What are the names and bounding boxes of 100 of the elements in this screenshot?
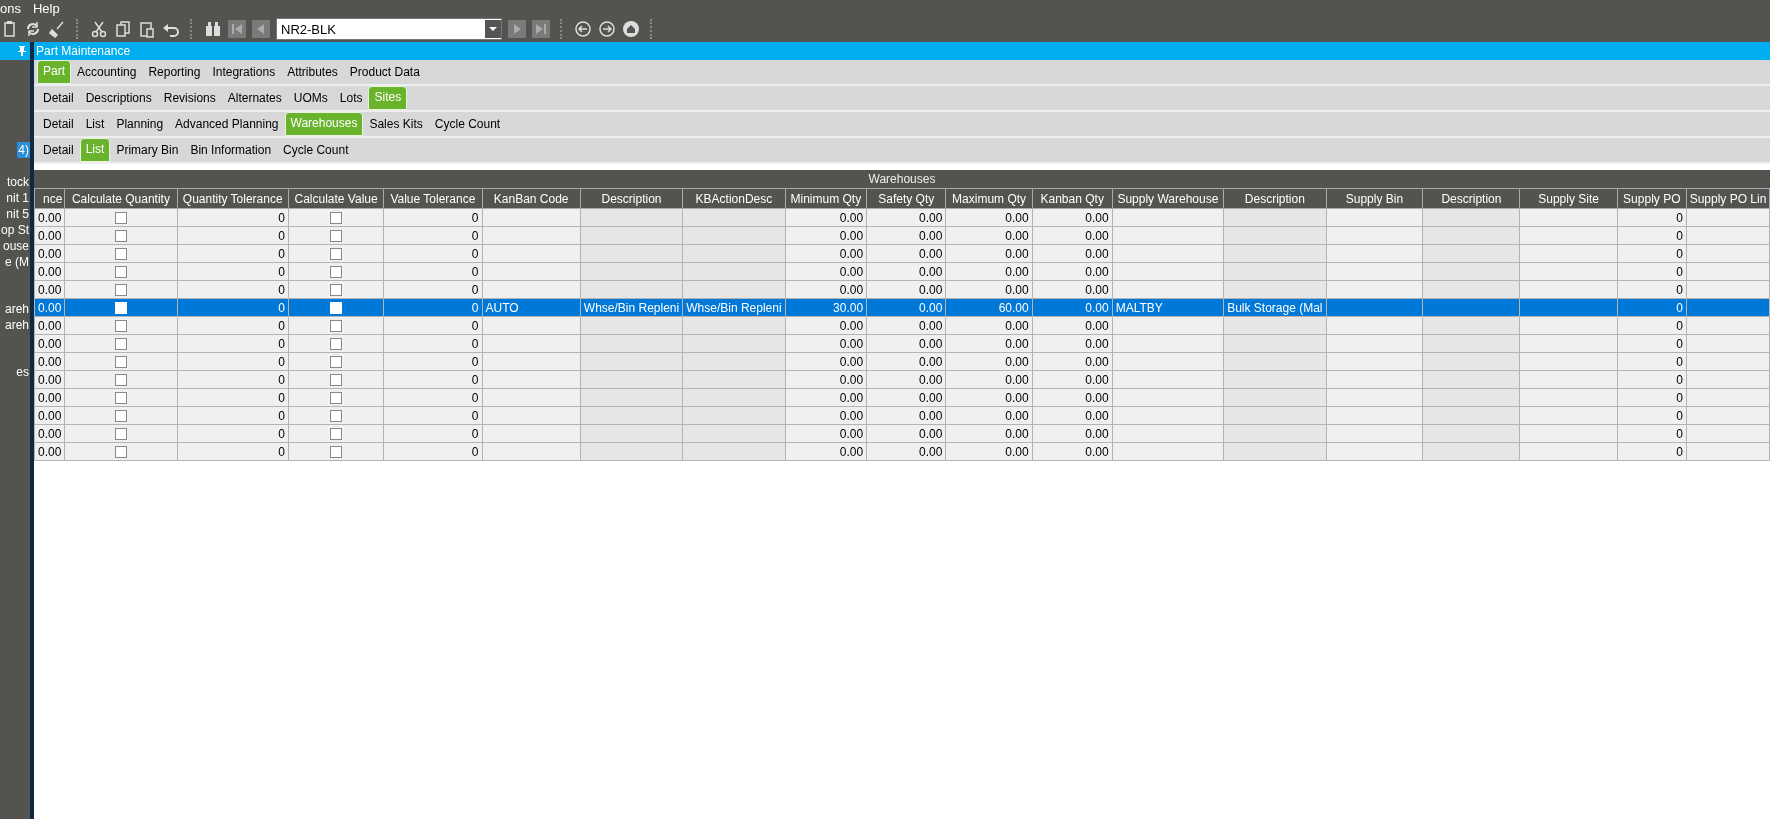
checkbox[interactable] (330, 410, 343, 423)
checkbox[interactable] (114, 266, 127, 279)
column-header[interactable]: Value Tolerance (383, 188, 482, 209)
menu-item[interactable]: ons (0, 0, 21, 16)
checkbox[interactable] (330, 356, 343, 369)
table-cell: 0.00 (839, 336, 864, 351)
tab[interactable]: Cycle Count (428, 116, 507, 136)
tab[interactable]: Lots (333, 90, 369, 110)
column-header[interactable]: Supply PO Lin (1686, 188, 1770, 209)
sidebar-item[interactable]: areh (3, 301, 30, 317)
first-icon[interactable] (228, 20, 246, 38)
binoculars-icon[interactable] (204, 20, 222, 38)
column-header[interactable]: Description (580, 188, 683, 209)
column-header[interactable]: Maximum Qty (945, 188, 1033, 209)
column-header[interactable]: KBActionDesc (682, 188, 786, 209)
sidebar-item[interactable]: nit 5 (5, 206, 30, 222)
back-icon[interactable] (574, 20, 592, 38)
checkbox[interactable] (330, 284, 343, 297)
checkbox[interactable] (330, 338, 343, 351)
column-header[interactable]: Supply Site (1520, 188, 1618, 209)
column-header[interactable]: Quantity Tolerance (177, 188, 289, 209)
next-icon[interactable] (508, 20, 526, 38)
column-header[interactable]: nce (34, 188, 65, 209)
checkbox[interactable] (114, 410, 127, 423)
column-header[interactable]: KanBan Code (482, 188, 581, 209)
checkbox[interactable] (330, 320, 343, 333)
home-icon[interactable] (622, 20, 640, 38)
column-header[interactable]: Description (1223, 188, 1326, 209)
checkbox[interactable] (114, 248, 127, 261)
tab[interactable]: Integrations (206, 64, 282, 84)
table-cell: MALTBY (1115, 300, 1163, 315)
column-header[interactable]: Supply PO (1617, 188, 1687, 209)
part-combo-box[interactable]: NR2-BLK (276, 18, 502, 40)
tab[interactable]: Product Data (343, 64, 426, 84)
previous-icon[interactable] (252, 20, 270, 38)
checkbox[interactable] (114, 392, 127, 405)
tab[interactable]: Accounting (71, 64, 143, 84)
table-cell: 0.00 (919, 408, 943, 423)
forward-icon[interactable] (598, 20, 616, 38)
tab[interactable]: Detail (37, 116, 80, 136)
tab[interactable]: Descriptions (79, 90, 158, 110)
checkbox[interactable] (330, 374, 343, 387)
sidebar-item[interactable]: e (M (4, 254, 30, 270)
checkbox[interactable] (330, 230, 343, 243)
checkbox[interactable] (114, 428, 127, 441)
dropdown-icon[interactable] (489, 27, 497, 31)
checkbox[interactable] (114, 338, 127, 351)
checkbox[interactable] (114, 356, 127, 369)
column-header[interactable]: Description (1422, 188, 1520, 209)
sidebar-item[interactable]: ouse (1, 238, 30, 254)
checkbox[interactable] (114, 284, 127, 297)
last-icon[interactable] (532, 20, 550, 38)
tab[interactable]: Advanced Planning (169, 116, 285, 136)
column-header[interactable]: Minimum Qty (785, 188, 867, 209)
tab[interactable]: Attributes (281, 64, 344, 84)
column-header[interactable]: Kanban Qty (1032, 188, 1113, 209)
sidebar-item[interactable]: es (15, 364, 30, 380)
column-header[interactable]: Calculate Quantity (64, 188, 178, 209)
copy-icon[interactable] (114, 20, 132, 38)
column-header[interactable]: Calculate Value (288, 188, 384, 209)
tab[interactable]: Planning (110, 116, 170, 136)
tab[interactable]: Detail (37, 142, 80, 162)
menu-item[interactable]: Help (32, 0, 60, 16)
checkbox[interactable] (330, 212, 343, 225)
paste-icon[interactable] (138, 20, 156, 38)
column-header[interactable]: Supply Warehouse (1112, 188, 1224, 209)
tab[interactable]: Bin Information (184, 142, 278, 162)
tab[interactable]: Alternates (221, 90, 288, 110)
broom-icon[interactable] (48, 20, 66, 38)
tab[interactable]: Sales Kits (363, 116, 429, 136)
column-header[interactable]: Safety Qty (866, 188, 946, 209)
tab[interactable]: Reporting (142, 64, 207, 84)
tab[interactable]: Cycle Count (277, 142, 355, 162)
scissors-icon[interactable] (90, 20, 108, 38)
table-cell: 0.00 (839, 210, 864, 225)
sidebar-item[interactable]: areh (3, 317, 30, 333)
checkbox[interactable] (114, 320, 127, 333)
tab[interactable]: Revisions (157, 90, 222, 110)
pin-icon[interactable] (18, 46, 26, 56)
tab[interactable]: UOMs (287, 90, 334, 110)
tab[interactable]: Primary Bin (110, 142, 185, 162)
table-cell: 0 (1676, 246, 1683, 261)
refresh-icon[interactable] (24, 20, 42, 38)
checkbox[interactable] (114, 212, 127, 225)
column-header[interactable]: Supply Bin (1326, 188, 1423, 209)
checkbox[interactable] (114, 446, 127, 459)
checkbox[interactable] (330, 266, 343, 279)
tab[interactable]: Detail (37, 90, 80, 110)
table-cell: 0 (1676, 300, 1683, 315)
checkbox[interactable] (114, 374, 127, 387)
table-cell: 0.00 (1005, 318, 1029, 333)
sidebar-item[interactable]: op St (0, 222, 30, 238)
checkbox[interactable] (114, 230, 127, 243)
sidebar-item[interactable]: nit 1 (5, 190, 30, 206)
checkbox[interactable] (330, 428, 343, 441)
checkbox[interactable] (330, 392, 343, 405)
checkbox[interactable] (330, 446, 343, 459)
checkbox[interactable] (330, 248, 343, 261)
sidebar-item[interactable]: tock (6, 174, 30, 190)
tab[interactable]: List (79, 116, 111, 136)
